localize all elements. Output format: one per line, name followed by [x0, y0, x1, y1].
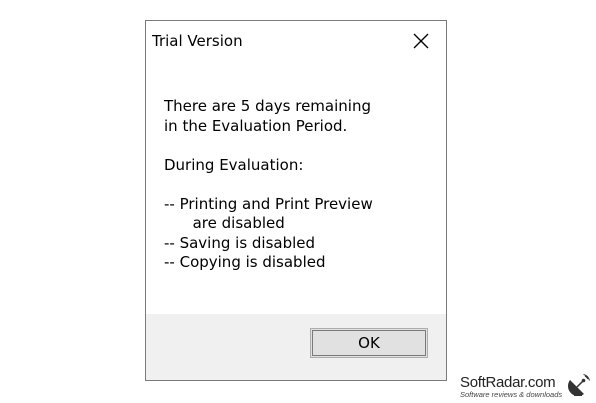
- restriction-item: -- Copying is disabled: [164, 253, 326, 271]
- dialog-title: Trial Version: [152, 32, 243, 50]
- message-line-2: in the Evaluation Period.: [164, 116, 348, 135]
- satellite-dish-icon: [568, 374, 590, 396]
- message-line-1: There are 5 days remaining: [164, 97, 371, 115]
- restriction-item: -- Printing and Print Preview: [164, 194, 373, 213]
- restriction-item: -- Saving is disabled: [164, 233, 316, 252]
- watermark-name: SoftRadar.com: [460, 374, 556, 391]
- watermark-tagline: Software reviews & downloads: [460, 390, 563, 399]
- close-icon: [413, 33, 429, 49]
- softradar-watermark: SoftRadar.com Software reviews & downloa…: [460, 374, 590, 400]
- close-button[interactable]: [398, 23, 444, 59]
- button-bar: OK: [146, 314, 446, 380]
- title-bar: Trial Version: [146, 21, 446, 61]
- evaluation-heading: During Evaluation:: [164, 155, 304, 174]
- restriction-item: are disabled: [164, 214, 285, 232]
- trial-version-dialog: Trial Version There are 5 days remaining…: [145, 20, 447, 381]
- message-body: There are 5 days remaining in the Evalua…: [164, 97, 438, 273]
- ok-button[interactable]: OK: [310, 328, 428, 358]
